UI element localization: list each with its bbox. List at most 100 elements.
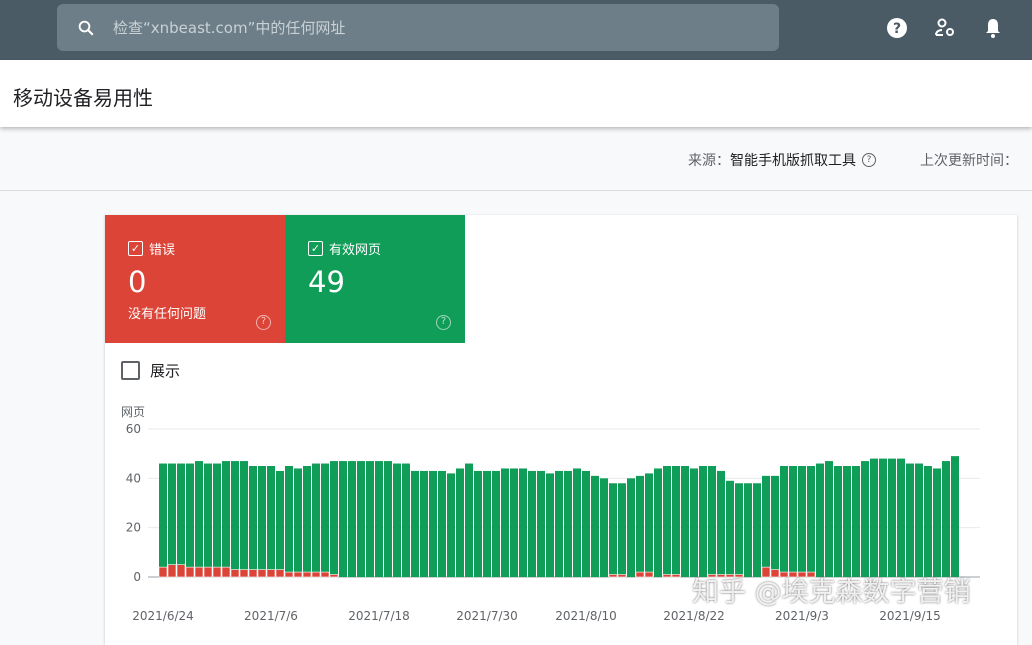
bar-valid [366,461,374,577]
bar-valid [357,461,365,577]
bar-valid [375,461,383,577]
bar-valid [213,463,221,568]
bar-error [275,569,285,578]
bar-valid [888,458,896,577]
bar-valid [519,468,527,577]
bar-valid [285,466,293,573]
bar-valid [321,463,329,573]
bar-valid [753,483,761,577]
bar-error [185,566,195,578]
bar-valid [168,463,176,565]
bar-valid [933,468,941,577]
bar-valid [528,470,536,577]
bar-valid [204,463,212,568]
bar-valid [294,468,302,573]
bar-valid [312,463,320,573]
bar-valid [744,483,752,577]
bar-valid [609,483,617,575]
bar-valid [348,461,356,577]
bar-valid [699,466,707,577]
bar-error [311,571,321,578]
bar-error [239,569,249,578]
bar-valid [726,480,734,575]
bar-valid [330,461,338,575]
bar-valid [636,475,644,573]
bar-valid [771,475,779,570]
bar-error [257,569,267,578]
bar-valid [924,466,932,577]
bar-valid [762,475,770,568]
bar-valid [717,470,725,575]
bar-valid [654,468,662,577]
bar-error [320,571,330,578]
bar-valid [384,461,392,577]
bar-valid [573,468,581,577]
bar-error [158,566,168,578]
bar-error [176,564,186,578]
bar-valid [951,456,959,577]
bar-error [608,574,618,578]
bar-valid [456,468,464,577]
bar-valid [690,468,698,577]
x-tick-label: 2021/6/24 [132,609,194,623]
x-tick-label: 2021/9/15 [879,609,941,623]
pages-bar-chart: 网页 0 20 40 60 2021/6/24 2021/7/6 2021/7/18 2021/… [121,405,980,623]
bar-valid [582,470,590,577]
bar-valid [276,470,284,570]
bar-valid [681,466,689,577]
bar-valid [429,470,437,577]
bar-valid [672,466,680,575]
bar-valid [438,470,446,577]
bar-error [644,571,654,578]
bar-valid [159,463,167,568]
bar-valid [555,470,563,577]
bar-valid [834,466,842,577]
bar-valid [411,470,419,577]
x-tick-label: 2021/8/10 [555,609,617,623]
bar-error [302,571,312,578]
watermark: 知乎 @埃克森数字营销 [692,577,971,608]
bar-valid [780,466,788,573]
bar-valid [483,470,491,577]
bar-valid [231,461,239,570]
y-tick-label: 0 [133,570,141,584]
bar-valid [645,473,653,573]
bar-valid [942,461,950,577]
bar-valid [897,458,905,577]
bar-valid [627,478,635,577]
x-tick-label: 2021/9/3 [775,609,829,623]
bar-error [662,574,672,578]
bar-error [212,566,222,578]
bar-valid [852,466,860,577]
bar-error [221,566,231,578]
bar-valid [915,463,923,577]
bar-valid [222,461,230,568]
bar-error [329,574,339,578]
bar-error [293,571,303,578]
x-tick-label: 2021/7/30 [456,609,518,623]
bar-valid [564,470,572,577]
bar-valid [861,461,869,577]
bar-valid [618,483,626,575]
bar-error [284,571,294,578]
bar-valid [807,466,815,573]
bar-valid [600,478,608,577]
bar-valid [537,470,545,577]
bar-valid [186,463,194,568]
y-tick-label: 60 [126,422,141,436]
bar-error [203,566,213,578]
bar-valid [402,463,410,577]
bar-valid [492,470,500,577]
y-tick-label: 40 [126,471,141,485]
bar-valid [258,466,266,570]
bar-valid [663,466,671,575]
x-tick-label: 2021/7/6 [244,609,298,623]
x-tick-label: 2021/7/18 [348,609,410,623]
bar-valid [339,461,347,577]
y-tick-label: 20 [126,521,141,535]
x-tick-label: 2021/8/22 [663,609,725,623]
y-axis-label: 网页 [121,405,145,419]
bar-valid [870,458,878,577]
bar-valid [393,463,401,577]
bar-error [635,571,645,578]
